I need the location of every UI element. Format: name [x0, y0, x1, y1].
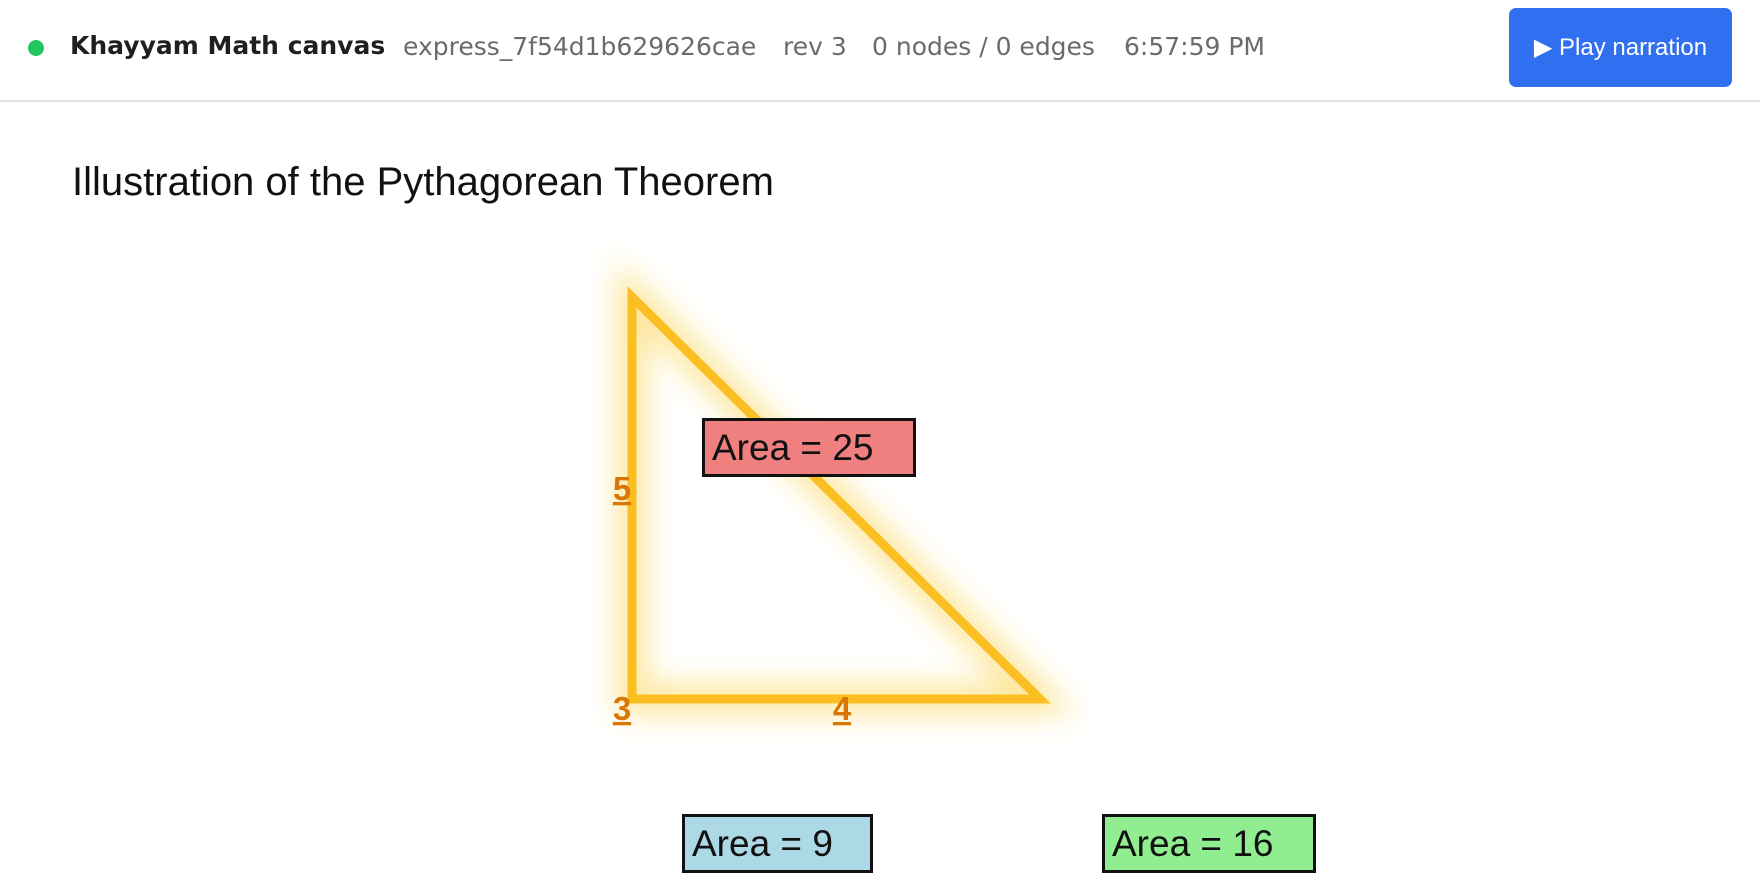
side-label-4[interactable]: 4 — [833, 690, 852, 727]
right-triangle[interactable] — [627, 286, 1051, 704]
side-label-3[interactable]: 3 — [613, 690, 631, 727]
area-box-side-3[interactable]: Area = 9 — [682, 814, 873, 873]
area-box-side-4[interactable]: Area = 16 — [1102, 814, 1316, 873]
side-label-5[interactable]: 5 — [613, 470, 631, 507]
area-box-hypotenuse[interactable]: Area = 25 — [702, 418, 916, 477]
